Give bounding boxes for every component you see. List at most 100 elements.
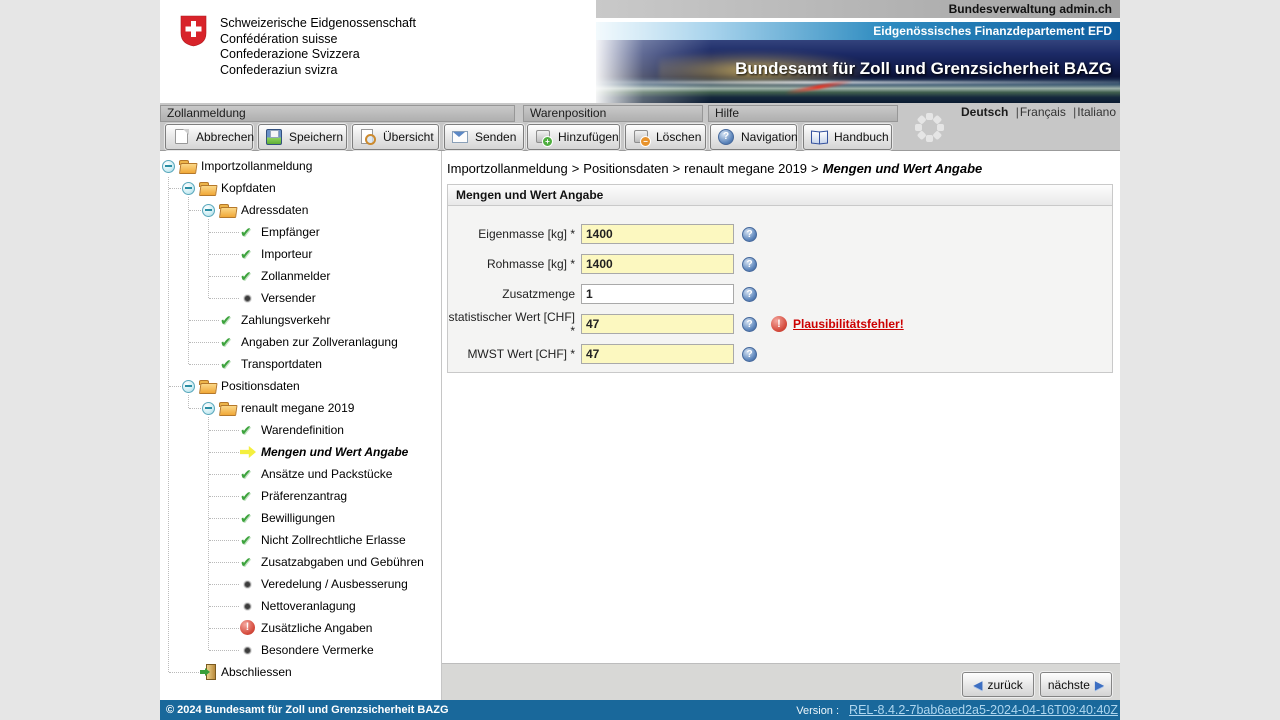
tree-item[interactable]: Besondere Vermerke <box>160 639 441 661</box>
toolbar-button[interactable]: Senden <box>444 124 524 150</box>
field-label: statistischer Wert [CHF] * <box>448 310 575 338</box>
collapse-toggle-icon[interactable] <box>182 380 195 393</box>
version-link[interactable]: REL-8.4.2-7bab6aed2a5-2024-04-16T09:40:4… <box>849 703 1118 717</box>
toolbar-button-icon <box>265 129 283 145</box>
tree-item-label: Ansätze und Packstücke <box>261 467 392 481</box>
toolbar-button-icon <box>451 129 469 145</box>
tree-status-icon <box>240 598 257 614</box>
tree-status-icon <box>240 444 257 460</box>
tree-item[interactable]: Abschliessen <box>160 661 441 683</box>
tree-item-label: Versender <box>261 291 316 305</box>
collapse-toggle-icon[interactable] <box>182 182 195 195</box>
breadcrumb-segment[interactable]: Positionsdaten <box>583 161 668 176</box>
toolbar-button[interactable]: Navigation <box>710 124 797 150</box>
toolbar-button-label: Speichern <box>289 130 343 144</box>
tree-item[interactable]: Adressdaten <box>160 199 441 221</box>
field-input[interactable] <box>581 314 734 334</box>
tree-item[interactable]: Bewilligungen <box>160 507 441 529</box>
field-help-icon[interactable]: ? <box>742 317 757 332</box>
tree-item-label: Abschliessen <box>221 665 292 679</box>
toolbar-button-label: Handbuch <box>834 130 889 144</box>
language-link[interactable]: Français <box>1020 105 1066 119</box>
tree-item[interactable]: Nicht Zollrechtliche Erlasse <box>160 529 441 551</box>
toolbar-button-icon <box>359 129 377 145</box>
tree-item[interactable]: Zahlungsverkehr <box>160 309 441 331</box>
toolbar-button-icon <box>632 129 650 145</box>
toolbar-button[interactable]: Handbuch <box>803 124 892 150</box>
tree-item-label: Zollanmelder <box>261 269 330 283</box>
tree-item[interactable]: Transportdaten <box>160 353 441 375</box>
toolbar-button[interactable]: Speichern <box>258 124 347 150</box>
breadcrumb-separator: > <box>807 161 823 176</box>
field-input[interactable] <box>581 224 734 244</box>
tree-item[interactable]: Präferenzantrag <box>160 485 441 507</box>
tree-status-icon <box>240 576 257 592</box>
tree-item[interactable]: Ansätze und Packstücke <box>160 463 441 485</box>
breadcrumb-segment[interactable]: renault megane 2019 <box>684 161 807 176</box>
field-input[interactable] <box>581 284 734 304</box>
folder-icon <box>199 181 216 195</box>
tree-status-icon <box>240 246 257 262</box>
breadcrumb-segments: Importzollanmeldung>Positionsdaten>renau… <box>447 161 823 176</box>
tree-item[interactable]: Zollanmelder <box>160 265 441 287</box>
toolbar-button[interactable]: Übersicht <box>352 124 439 150</box>
tree-item[interactable]: renault megane 2019 <box>160 397 441 419</box>
tree-item[interactable]: Versender <box>160 287 441 309</box>
form-field-row: statistischer Wert [CHF] * ? ! Plausibil… <box>448 314 1112 334</box>
collapse-toggle-icon[interactable] <box>162 160 175 173</box>
breadcrumb-segment[interactable]: Importzollanmeldung <box>447 161 568 176</box>
tree-status-icon <box>240 554 257 570</box>
arrow-right-icon: ▶ <box>1095 679 1104 691</box>
collapse-toggle-icon[interactable] <box>202 204 215 217</box>
toolbar-button-icon <box>717 129 735 145</box>
tree-item[interactable]: Warendefinition <box>160 419 441 441</box>
tree-item[interactable]: Empfänger <box>160 221 441 243</box>
tree-item-label: Angaben zur Zollveranlagung <box>241 335 398 349</box>
tree-item[interactable]: Importzollanmeldung <box>160 155 441 177</box>
tree-status-icon <box>240 466 257 482</box>
language-link[interactable]: Deutsch <box>961 105 1008 119</box>
field-help-icon[interactable]: ? <box>742 257 757 272</box>
tree-item-label: Zahlungsverkehr <box>241 313 330 327</box>
tree-item[interactable]: Angaben zur Zollveranlagung <box>160 331 441 353</box>
field-input[interactable] <box>581 344 734 364</box>
tree-item-label: Nicht Zollrechtliche Erlasse <box>261 533 406 547</box>
tree-item[interactable]: Mengen und Wert Angabe <box>160 441 441 463</box>
field-help-icon[interactable]: ? <box>742 227 757 242</box>
tree-item[interactable]: Positionsdaten <box>160 375 441 397</box>
field-help-icon[interactable]: ? <box>742 287 757 302</box>
header-right: Bundesverwaltung admin.ch Eidgenössische… <box>596 0 1120 103</box>
tree-status-icon <box>240 510 257 526</box>
tree-item[interactable]: Veredelung / Ausbesserung <box>160 573 441 595</box>
plausibility-error-link[interactable]: Plausibilitätsfehler! <box>793 317 904 331</box>
tree-item-label: Zusätzliche Angaben <box>261 621 372 635</box>
field-label: Rohmasse [kg] * <box>448 257 575 271</box>
tree-item[interactable]: Importeur <box>160 243 441 265</box>
language-link[interactable]: Italiano <box>1077 105 1116 119</box>
tree-status-icon <box>200 664 217 680</box>
toolbar-button[interactable]: Abbrechen <box>165 124 253 150</box>
footer: © 2024 Bundesamt für Zoll und Grenzsiche… <box>160 700 1120 720</box>
department-bar: Eidgenössisches Finanzdepartement EFD <box>596 22 1120 40</box>
collapse-toggle-icon[interactable] <box>202 402 215 415</box>
tree-status-icon <box>240 290 257 306</box>
next-button[interactable]: nächste ▶ <box>1040 672 1112 697</box>
tree-status-icon <box>240 268 257 284</box>
tree-item-label: Warendefinition <box>261 423 344 437</box>
tree-item[interactable]: Kopfdaten <box>160 177 441 199</box>
tree-item[interactable]: Zusätzliche Angaben <box>160 617 441 639</box>
field-help-icon[interactable]: ? <box>742 347 757 362</box>
tree-item[interactable]: Nettoveranlagung <box>160 595 441 617</box>
back-button[interactable]: ◀ zurück <box>962 672 1034 697</box>
tree-status-icon <box>240 642 257 658</box>
field-input[interactable] <box>581 254 734 274</box>
swiss-coat-of-arms-icon <box>180 15 207 47</box>
tree-item-label: renault megane 2019 <box>241 401 354 415</box>
tree-status-icon <box>220 356 237 372</box>
toolbar-group-zollanmeldung: Zollanmeldung <box>160 105 515 122</box>
toolbar-button[interactable]: Löschen <box>625 124 706 150</box>
copyright-text: © 2024 Bundesamt für Zoll und Grenzsiche… <box>166 700 449 720</box>
tree-item[interactable]: Zusatzabgaben und Gebühren <box>160 551 441 573</box>
toolbar-button[interactable]: Hinzufügen <box>527 124 620 150</box>
tree-item-label: Empfänger <box>261 225 320 239</box>
